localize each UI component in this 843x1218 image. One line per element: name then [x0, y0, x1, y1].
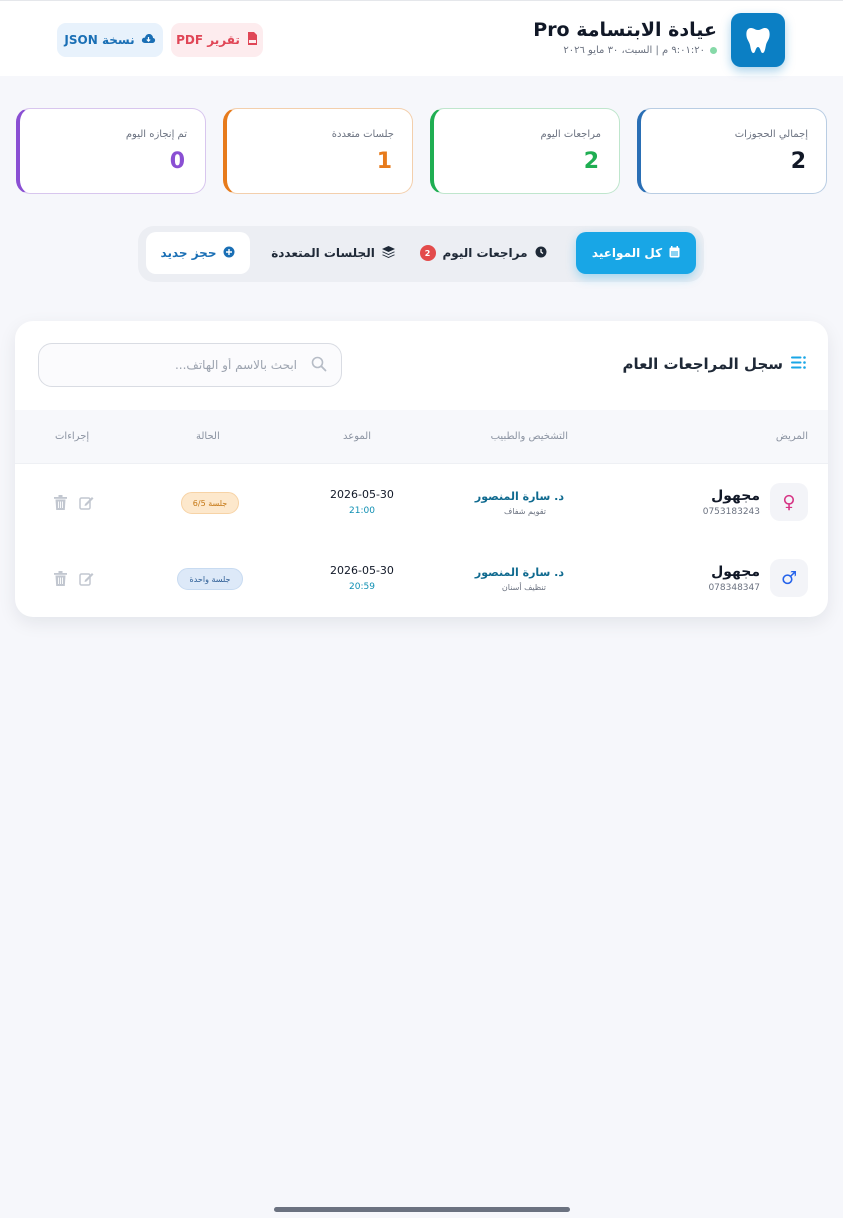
stat-label: تم إنجازه اليوم [125, 129, 187, 140]
trash-icon[interactable] [52, 493, 68, 511]
status-badge: جلسة واحدة [177, 568, 243, 590]
search-icon [311, 356, 327, 376]
panel-title-text: سجل المراجعات العام [622, 355, 783, 373]
stat-card-today-visits: مراجعات اليوم 2 [430, 108, 620, 194]
col-diagnosis-doctor: التشخيص والطبيب [490, 431, 568, 442]
json-backup-button[interactable]: نسخة JSON [57, 23, 163, 57]
stat-card-completed-today: تم إنجازه اليوم 0 [16, 108, 206, 194]
diagnosis: تقويم شفاف [504, 507, 546, 516]
male-icon: ♂ [770, 559, 808, 597]
col-patient: المريض [775, 431, 808, 442]
calendar-icon [669, 245, 680, 261]
stat-card-total-bookings: إجمالي الحجوزات 2 [637, 108, 827, 194]
stat-label: مراجعات اليوم [540, 129, 602, 140]
tab-today-label: مراجعات اليوم [442, 246, 528, 260]
tab-multi-sessions[interactable]: الجلسات المتعددة [268, 232, 398, 274]
clock-icon [535, 246, 547, 261]
col-appointment: الموعد [343, 431, 371, 442]
stat-label: إجمالي الحجوزات [734, 129, 808, 140]
list-icon [791, 355, 806, 373]
search-input[interactable] [39, 344, 341, 386]
stat-value: 1 [376, 149, 392, 174]
table-header: المريض التشخيص والطبيب الموعد الحالة إجر… [15, 410, 828, 464]
appointment-date: 2026-05-30 [330, 564, 394, 577]
stat-value: 2 [790, 149, 806, 174]
appointment-date: 2026-05-30 [330, 488, 394, 501]
tab-all-appointments[interactable]: كل المواعيد [576, 232, 696, 274]
col-status: الحالة [196, 431, 220, 442]
stat-value: 0 [169, 149, 185, 174]
view-tabs: كل المواعيد مراجعات اليوم 2 الجلسات المت… [138, 226, 704, 282]
table-row[interactable]: ♀ مجهول 0753183243 د. سارة المنصور تقويم… [15, 464, 828, 540]
patient-phone: 0753183243 [702, 507, 760, 517]
pdf-report-label: تقرير PDF [176, 33, 240, 47]
table-row[interactable]: ♂ مجهول 078348347 د. سارة المنصور تنظيف … [15, 540, 828, 616]
stat-label: جلسات متعددة [331, 129, 394, 140]
new-booking-label: حجز جديد [160, 246, 217, 260]
app-header: عيادة الابتسامة Pro ٩:٠١:٢٠ م | السبت، ٣… [0, 0, 843, 76]
search-box [38, 343, 342, 387]
tooth-logo-icon [731, 13, 785, 67]
edit-icon[interactable] [78, 569, 94, 587]
app-title: عيادة الابتسامة Pro [533, 19, 717, 41]
trash-icon[interactable] [52, 569, 68, 587]
appointments-panel: سجل المراجعات العام المريض التشخيص والطب… [15, 321, 828, 617]
stat-card-multi-sessions: جلسات متعددة 1 [223, 108, 413, 194]
layers-icon [381, 245, 395, 261]
tab-today-visits[interactable]: مراجعات اليوم 2 [418, 232, 548, 274]
doctor-name: د. سارة المنصور [474, 566, 564, 579]
home-indicator[interactable] [274, 1207, 570, 1212]
diagnosis: تنظيف أسنان [501, 583, 546, 592]
appointment-time: 21:00 [349, 506, 375, 516]
patient-name: مجهول [711, 488, 760, 504]
today-count-badge: 2 [419, 245, 436, 261]
status-badge: جلسة 6/5 [181, 492, 239, 514]
online-dot-icon [710, 47, 717, 54]
doctor-name: د. سارة المنصور [474, 490, 564, 503]
tab-all-label: كل المواعيد [591, 246, 663, 260]
appointment-time: 20:59 [349, 582, 375, 592]
stat-value: 2 [583, 149, 599, 174]
patient-name: مجهول [711, 564, 760, 580]
new-booking-button[interactable]: حجز جديد [146, 232, 250, 274]
datetime-text: ٩:٠١:٢٠ م | السبت، ٣٠ مايو ٢٠٢٦ [563, 45, 705, 56]
female-icon: ♀ [770, 483, 808, 521]
json-backup-label: نسخة JSON [64, 33, 135, 47]
pdf-report-button[interactable]: تقرير PDF [171, 23, 263, 57]
panel-title: سجل المراجعات العام [622, 355, 806, 373]
file-pdf-icon [246, 32, 258, 48]
col-actions: إجراءات [55, 431, 90, 442]
cloud-download-icon [141, 33, 156, 47]
patient-phone: 078348347 [708, 583, 760, 593]
edit-icon[interactable] [78, 493, 94, 511]
clock-status: ٩:٠١:٢٠ م | السبت، ٣٠ مايو ٢٠٢٦ [563, 45, 717, 56]
tab-multi-label: الجلسات المتعددة [271, 246, 375, 260]
plus-circle-icon [223, 246, 235, 261]
